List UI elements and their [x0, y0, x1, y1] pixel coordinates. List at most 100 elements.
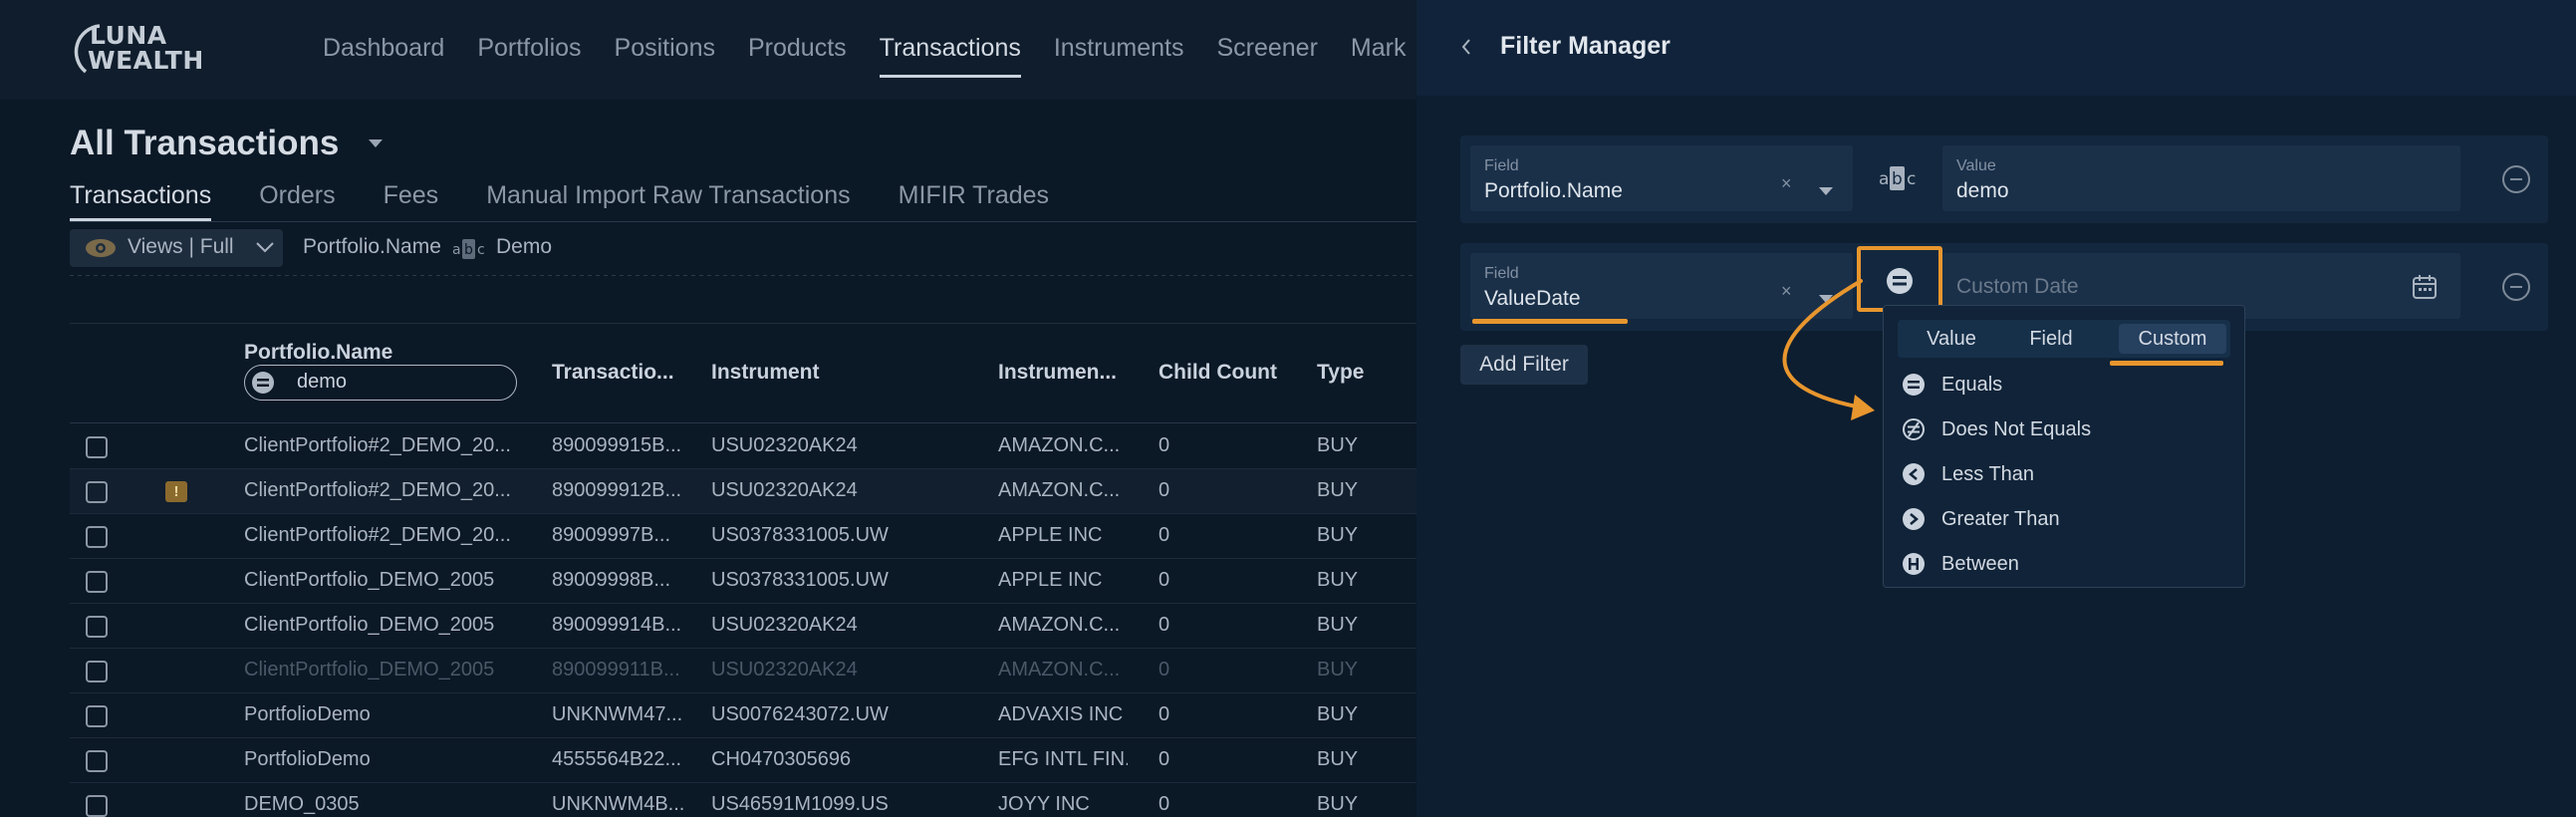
- table-row[interactable]: DEMO_0305 UNKNWM4B... US46591M1099.US JOYY …: [70, 783, 1417, 817]
- cell-instrument-name: AMAZON.C...: [998, 479, 1121, 501]
- filter-value-input[interactable]: Value demo: [1942, 145, 2460, 211]
- cell-child-count: 0: [1159, 569, 1170, 591]
- greater-than-icon: [1903, 508, 1925, 530]
- table-row[interactable]: ClientPortfolio_DEMO_2005 890099914B... US…: [70, 604, 1417, 649]
- nav-positions[interactable]: Positions: [615, 32, 715, 78]
- option-label: Less Than: [1941, 462, 2035, 485]
- cell-portfolio-name: ClientPortfolio#2_DEMO_20...: [244, 479, 511, 501]
- cell-child-count: 0: [1159, 793, 1170, 815]
- row-checkbox[interactable]: [86, 705, 108, 727]
- custom-tab-highlight-underline: [2110, 361, 2223, 366]
- col-header-child-count[interactable]: Child Count: [1159, 361, 1277, 385]
- col-header-type[interactable]: Type: [1317, 361, 1364, 385]
- col-header-instrument-name[interactable]: Instrumen...: [998, 361, 1117, 385]
- chevron-down-icon: [256, 242, 274, 253]
- abc-icon[interactable]: a b c: [1879, 163, 1919, 193]
- cell-transaction: UNKNWM4B...: [552, 793, 685, 815]
- svg-text:b: b: [464, 242, 473, 258]
- option-equals[interactable]: Equals: [1902, 370, 2002, 400]
- option-between[interactable]: Between: [1902, 549, 2019, 579]
- tab-custom[interactable]: Custom: [2119, 324, 2226, 354]
- option-does-not-equals[interactable]: Does Not Equals: [1902, 414, 2091, 444]
- toolbar-divider: [70, 275, 1417, 276]
- row-checkbox[interactable]: [86, 616, 108, 638]
- table-row[interactable]: ClientPortfolio_DEMO_2005 890099911B... US…: [70, 649, 1417, 693]
- table-row[interactable]: ClientPortfolio#2_DEMO_20... 89009997B...…: [70, 514, 1417, 559]
- row-checkbox[interactable]: [86, 526, 108, 548]
- row-checkbox[interactable]: [86, 661, 108, 682]
- tab-value[interactable]: Value: [1902, 324, 2001, 354]
- row-checkbox[interactable]: [86, 750, 108, 772]
- nav-instruments[interactable]: Instruments: [1054, 32, 1184, 78]
- cell-transaction: 890099914B...: [552, 614, 682, 636]
- field-label: Field: [1484, 265, 1519, 282]
- cell-type: BUY: [1317, 569, 1359, 591]
- add-filter-button[interactable]: Add Filter: [1460, 345, 1588, 385]
- value-label: Value: [1956, 157, 1996, 174]
- cell-instrument: US46591M1099.US: [711, 793, 889, 815]
- page-title-row: All Transactions: [70, 124, 384, 163]
- cell-instrument: USU02320AK24: [711, 479, 858, 501]
- panel-header: Filter Manager: [1417, 0, 2576, 96]
- cell-type: BUY: [1317, 748, 1359, 770]
- col-header-instrument[interactable]: Instrument: [711, 361, 820, 385]
- table-row[interactable]: ClientPortfolio#2_DEMO_20... 890099915B..…: [70, 424, 1417, 469]
- field-value: Portfolio.Name: [1484, 179, 1623, 202]
- tab-orders[interactable]: Orders: [259, 181, 335, 221]
- views-dropdown[interactable]: Views | Full: [70, 229, 283, 267]
- cell-child-count: 0: [1159, 434, 1170, 456]
- option-less-than[interactable]: Less Than: [1902, 459, 2034, 489]
- eye-icon: [86, 239, 116, 257]
- table-row[interactable]: ClientPortfolio_DEMO_2005 89009998B... US0…: [70, 559, 1417, 604]
- chevron-left-icon[interactable]: [1458, 36, 1474, 58]
- col-header-portfolio-name[interactable]: Portfolio.Name: [244, 341, 392, 365]
- title-dropdown-icon[interactable]: [369, 139, 384, 147]
- svg-text:a: a: [1879, 169, 1889, 189]
- equals-icon: [252, 372, 274, 394]
- cell-transaction: 890099915B...: [552, 434, 682, 456]
- nav-portfolios[interactable]: Portfolios: [477, 32, 581, 78]
- calendar-icon[interactable]: [2411, 273, 2439, 301]
- tab-mifir-trades[interactable]: MIFIR Trades: [899, 181, 1049, 221]
- cell-portfolio-name: PortfolioDemo: [244, 748, 371, 770]
- option-label: Does Not Equals: [1941, 417, 2092, 440]
- dropdown-caret-icon[interactable]: [1819, 187, 1833, 195]
- remove-filter-icon[interactable]: [2500, 163, 2532, 195]
- nav-markets[interactable]: Mark: [1351, 32, 1407, 78]
- remove-filter-icon[interactable]: [2500, 271, 2532, 303]
- tab-field[interactable]: Field: [2003, 324, 2099, 354]
- between-icon: [1903, 553, 1925, 575]
- active-filter-value[interactable]: Demo: [496, 235, 552, 259]
- nav-dashboard[interactable]: Dashboard: [323, 32, 444, 78]
- active-filter-field[interactable]: Portfolio.Name: [303, 235, 441, 259]
- cell-type: BUY: [1317, 434, 1359, 456]
- row-checkbox[interactable]: [86, 795, 108, 817]
- cell-portfolio-name: ClientPortfolio_DEMO_2005: [244, 614, 495, 636]
- cell-instrument: USU02320AK24: [711, 659, 858, 681]
- tab-transactions[interactable]: Transactions: [70, 181, 212, 221]
- row-checkbox[interactable]: [86, 481, 108, 503]
- cell-child-count: 0: [1159, 479, 1170, 501]
- table-row[interactable]: PortfolioDemo UNKNWM47... US0076243072.UW A…: [70, 693, 1417, 738]
- cell-portfolio-name: DEMO_0305: [244, 793, 360, 815]
- col-header-transaction[interactable]: Transactio...: [552, 361, 674, 385]
- filter-field-select[interactable]: Field Portfolio.Name ×: [1470, 145, 1853, 211]
- clear-icon[interactable]: ×: [1781, 173, 1792, 194]
- row-checkbox[interactable]: [86, 571, 108, 593]
- option-greater-than[interactable]: Greater Than: [1902, 504, 2060, 534]
- column-filter-input[interactable]: demo: [244, 365, 517, 401]
- cell-instrument: CH0470305696: [711, 748, 852, 770]
- row-checkbox[interactable]: [86, 436, 108, 458]
- cell-child-count: 0: [1159, 524, 1170, 546]
- tab-manual-import[interactable]: Manual Import Raw Transactions: [486, 181, 850, 221]
- nav-screener[interactable]: Screener: [1216, 32, 1317, 78]
- luna-wealth-logo[interactable]: LUNA WEALTH: [70, 20, 203, 80]
- nav-transactions[interactable]: Transactions: [879, 32, 1022, 78]
- less-than-icon: [1903, 463, 1925, 485]
- tab-fees[interactable]: Fees: [384, 181, 439, 221]
- table-row[interactable]: ! ClientPortfolio#2_DEMO_20... 890099912B.…: [70, 469, 1417, 514]
- abc-icon: a b c: [452, 239, 485, 259]
- nav-products[interactable]: Products: [748, 32, 847, 78]
- cell-type: BUY: [1317, 479, 1359, 501]
- table-row[interactable]: PortfolioDemo 4555564B22... CH0470305696 EF…: [70, 738, 1417, 783]
